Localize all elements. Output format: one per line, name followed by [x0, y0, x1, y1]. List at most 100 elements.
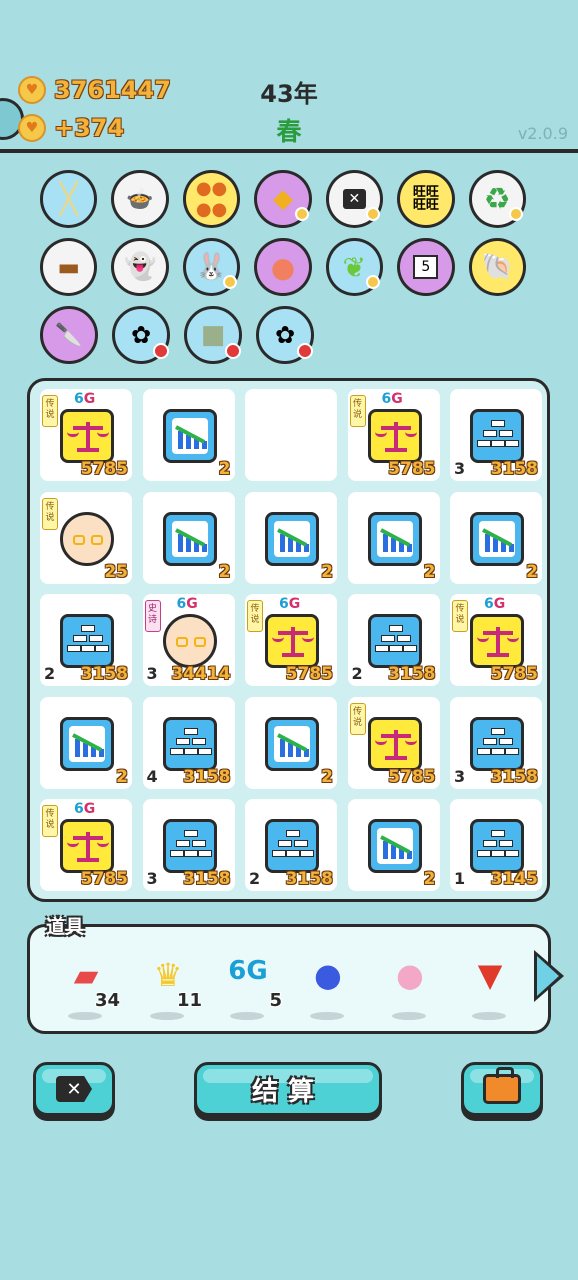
tier-tag: 6G [381, 391, 403, 407]
shell-icon[interactable]: 🐚 [468, 238, 526, 296]
balance-scale-icon [60, 409, 114, 463]
6g-icon: 6G [228, 956, 268, 986]
cell-count: 2 [249, 869, 261, 888]
version-label: v2.0.9 [517, 124, 568, 143]
delete-ticket-icon[interactable]: ✕ [325, 170, 384, 228]
gold-bars-icon [470, 716, 524, 771]
rarity-badge: 传说 [452, 600, 468, 632]
wang-pattern-icon[interactable]: 旺旺 旺旺 [397, 170, 455, 228]
cell-count: 2 [351, 664, 363, 683]
board-cell[interactable]: 2 [245, 491, 337, 584]
flower-pot-icon[interactable]: ✿ [112, 306, 170, 364]
declining-chart-icon [367, 511, 422, 566]
gold-bars-icon [60, 614, 114, 668]
calendar-icon[interactable]: 5 [397, 238, 455, 296]
chopsticks-icon[interactable]: ╳ [40, 170, 98, 228]
tier-tag: 6G [279, 596, 301, 612]
board-cell[interactable]: 3 3158 [142, 799, 235, 891]
cell-value: 5785 [388, 766, 436, 787]
cell-count: 1 [454, 869, 466, 888]
tier-tag: 6G [176, 596, 198, 612]
prop-6g[interactable]: 6G 5 [218, 950, 282, 1020]
prop-count: 11 [176, 990, 202, 1011]
board-cell[interactable]: 2 3158 [245, 799, 337, 891]
balance-scale-icon [265, 614, 319, 668]
board-cell[interactable]: 6G 传说 5785 [40, 799, 132, 891]
declining-chart-icon [162, 511, 217, 566]
rabbit-icon[interactable]: 🐰 [182, 238, 241, 296]
gold-bars-icon [162, 819, 217, 873]
top-header: ♥ 3761447 ♥ +374 43年 春 v2.0.9 [0, 0, 578, 155]
board-cell[interactable]: 4 3158 [142, 696, 235, 789]
cell-value: 3158 [183, 766, 231, 787]
board-cell[interactable]: 传说 25 [40, 491, 132, 584]
cell-value: 3158 [490, 459, 538, 479]
board-cell[interactable]: 6G 传说 5785 [245, 594, 337, 686]
prop-liver[interactable]: ▰ 34 [56, 950, 120, 1020]
rarity-badge: 传说 [42, 497, 58, 530]
bag-button[interactable] [461, 1062, 543, 1116]
season-label: 春 [276, 117, 302, 146]
dog-bowl-icon[interactable]: ▬ [40, 238, 98, 296]
gold-bars-icon [470, 819, 524, 873]
seed-bag-icon[interactable]: ■ [184, 306, 242, 364]
board-cell[interactable]: 6G 传说 5785 [450, 594, 542, 686]
rice-cooker-icon[interactable]: 🍲 [111, 170, 169, 228]
cell-value: 5785 [80, 459, 128, 479]
cell-value: 2 [526, 561, 538, 582]
prop-shadow [150, 1012, 184, 1020]
prop-crown[interactable]: ♛ 11 [138, 950, 202, 1020]
cell-value: 5785 [490, 664, 538, 684]
old-man-face-icon [162, 614, 217, 668]
declining-chart-icon [265, 716, 319, 771]
prop-blueberry[interactable]: ● [298, 950, 358, 1020]
board-cell[interactable]: 传说 5785 [347, 696, 440, 789]
cleaver-icon[interactable]: 🔪 [40, 306, 98, 364]
delete-button[interactable]: ✕ [33, 1062, 115, 1116]
prop-strawberry[interactable]: ▼ [460, 950, 520, 1020]
board-cell[interactable]: 1 3145 [450, 799, 542, 891]
declining-chart-icon [265, 511, 319, 566]
balance-scale-icon [60, 819, 114, 873]
tier-tag: 6G [74, 801, 96, 817]
board-cell[interactable]: 2 [347, 491, 440, 584]
leaf-coin-icon[interactable]: ◆ [254, 170, 312, 228]
recycle-icon[interactable]: ♻ [468, 170, 526, 228]
cell-count: 3 [454, 459, 466, 478]
prop-piggy-bank[interactable]: ● [380, 950, 440, 1020]
strawberry-icon: ▼ [477, 956, 503, 994]
grapefruit-icon[interactable]: ● [254, 238, 312, 296]
cell-value: 2 [423, 561, 436, 582]
ghost-icon[interactable]: 👻 [111, 238, 169, 296]
board-cell[interactable]: 2 3158 [40, 594, 132, 686]
board-cell[interactable]: 6G 传说 5785 [347, 389, 440, 481]
settle-button[interactable]: 结算 [194, 1062, 382, 1116]
board-cell[interactable]: 2 [142, 389, 235, 481]
cell-value: 3158 [490, 766, 538, 787]
board-cell[interactable]: 2 [142, 491, 235, 584]
green-leaf-coin-icon[interactable]: ❦ [325, 238, 384, 296]
board-cell[interactable]: 2 [450, 491, 542, 584]
board-cell[interactable]: 3 3158 [450, 696, 542, 789]
basketballs-icon[interactable]: ●● ●● [182, 170, 241, 228]
cell-count: 3 [146, 664, 158, 683]
balance-scale-icon [367, 409, 422, 463]
rarity-badge: 传说 [42, 805, 58, 837]
board-cell[interactable]: 3 3158 [450, 389, 542, 481]
cell-value: 5785 [80, 869, 128, 889]
board-cell[interactable]: 2 3158 [347, 594, 440, 686]
cell-value: 3158 [285, 869, 333, 889]
rarity-badge: 史诗 [144, 600, 161, 632]
props-title: 道具 [46, 916, 85, 938]
declining-chart-icon [162, 409, 217, 463]
board-cell[interactable]: 6G 传说 5785 [40, 389, 132, 481]
prop-count: 5 [269, 990, 282, 1011]
board-cell[interactable] [245, 389, 337, 481]
balance-scale-icon [367, 716, 422, 771]
board-cell[interactable]: 2 [347, 799, 440, 891]
board-cell[interactable]: 6G 史诗 3 34414 [142, 594, 235, 686]
board-cell[interactable]: 2 [245, 696, 337, 789]
blueberry-icon: ● [314, 956, 342, 994]
flower-pot-icon[interactable]: ✿ [256, 306, 314, 364]
board-cell[interactable]: 2 [40, 696, 132, 789]
